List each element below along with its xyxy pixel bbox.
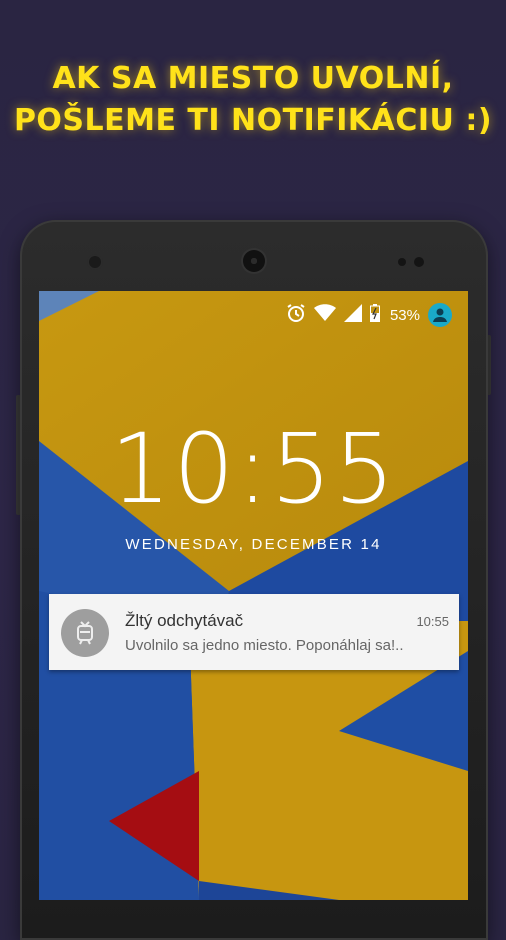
- tram-icon: [61, 609, 109, 657]
- alarm-icon: [286, 303, 306, 327]
- front-camera: [89, 256, 101, 268]
- headline-line-2: POŠLEME TI NOTIFIKÁCIU :): [13, 103, 493, 138]
- notification-title: Žltý odchytávač: [125, 611, 244, 630]
- profile-icon[interactable]: [428, 303, 452, 327]
- proximity-sensor: [398, 258, 406, 266]
- battery-percent: 53%: [389, 306, 420, 324]
- status-bar: 53%: [286, 303, 452, 327]
- lockscreen-date: WEDNESDAY, DECEMBER 14: [125, 536, 382, 553]
- notification-text: Uvolnilo sa jedno miesto. Poponáhlaj sa!…: [125, 637, 404, 654]
- lock-screen: 53% 10:55 WEDNESDAY, DECEMBER 14 Žltý od…: [39, 291, 468, 900]
- signal-icon: [343, 304, 362, 326]
- lockscreen-clock: 10:55: [110, 413, 397, 525]
- battery-icon: [369, 304, 380, 326]
- wifi-icon: [313, 304, 336, 326]
- headline-line-1: AK SA MIESTO UVOLNÍ,: [52, 61, 454, 96]
- light-sensor: [414, 257, 424, 267]
- notification-time: 10:55: [416, 614, 449, 629]
- earpiece-speaker: [243, 250, 265, 272]
- notification-card[interactable]: Žltý odchytávač 10:55 Uvolnilo sa jedno …: [49, 594, 459, 670]
- promo-headline: AK SA MIESTO UVOLNÍ, POŠLEME TI NOTIFIKÁ…: [0, 58, 506, 142]
